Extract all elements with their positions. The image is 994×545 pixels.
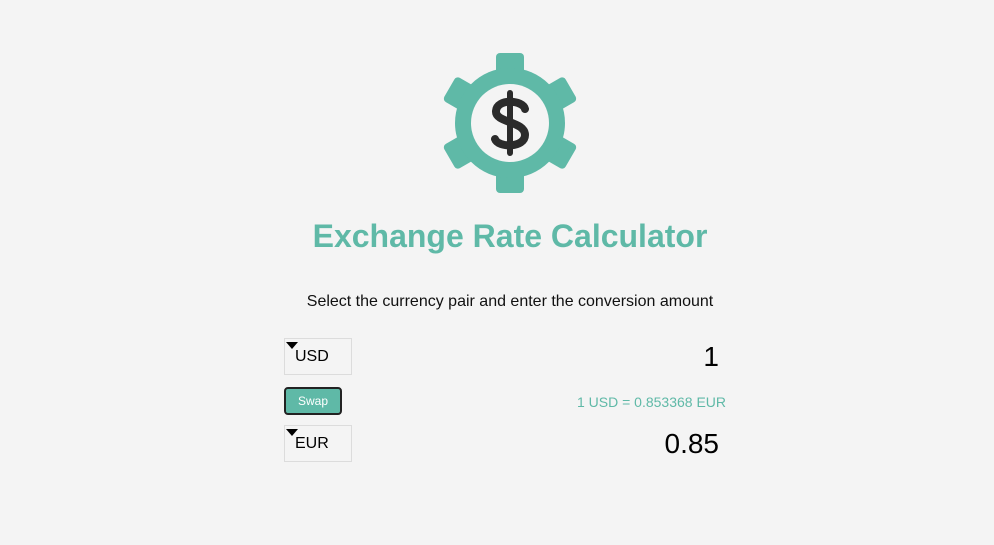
amount-two-input[interactable]: 0.85: [665, 428, 720, 460]
page-title: Exchange Rate Calculator: [312, 218, 708, 254]
currency-one-select[interactable]: USD: [284, 338, 352, 375]
amount-one-input[interactable]: 1: [703, 341, 719, 373]
rate-text: 1 USD = 0.853368 EUR: [576, 394, 726, 410]
currency-two-select[interactable]: EUR: [284, 425, 352, 462]
swap-button[interactable]: Swap: [284, 387, 342, 415]
instructions-text: Select the currency pair and enter the c…: [306, 293, 714, 310]
currency-two-value: EUR: [295, 435, 329, 452]
currency-one-value: USD: [295, 348, 329, 365]
gear-dollar-icon: [443, 53, 577, 193]
exchange-calculator-page: Exchange Rate Calculator Select the curr…: [0, 0, 994, 545]
